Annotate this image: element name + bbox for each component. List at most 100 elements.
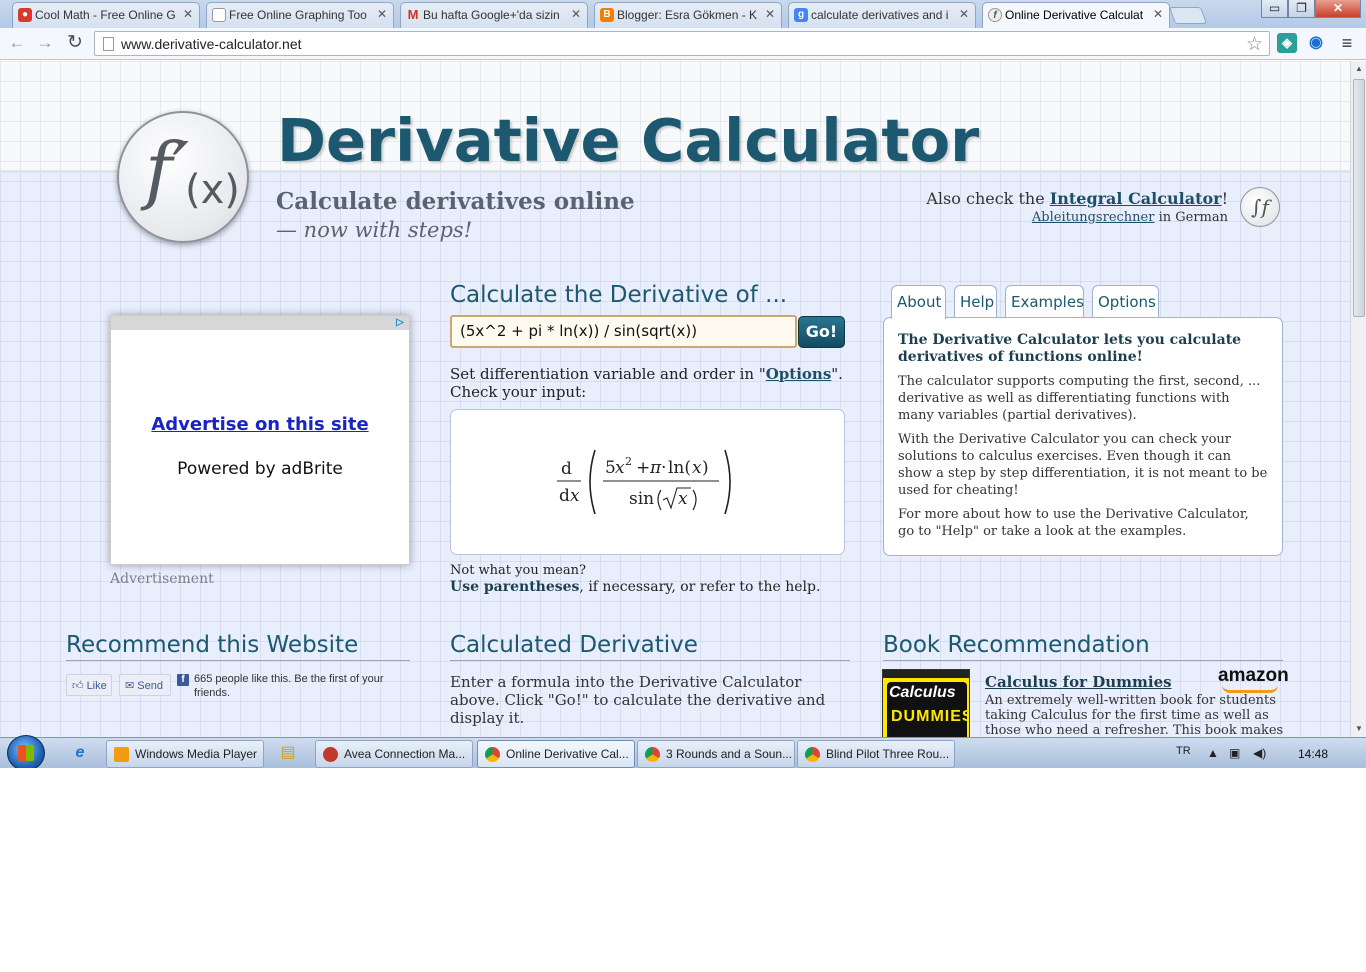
- svg-text:x: x: [615, 458, 625, 478]
- menu-icon[interactable]: ≡: [1337, 33, 1357, 53]
- page-icon: [103, 37, 114, 51]
- german-suffix: in German: [1154, 210, 1228, 225]
- tab-close-icon[interactable]: ✕: [183, 7, 193, 21]
- logo-x-glyph: (x): [185, 167, 240, 213]
- integral-logo-icon[interactable]: ∫f: [1240, 187, 1280, 227]
- browser-tab-coolmath[interactable]: ● Cool Math - Free Online G ✕: [12, 2, 200, 28]
- check-input-label: Check your input:: [450, 383, 587, 401]
- calculated-derivative-heading: Calculated Derivative: [450, 632, 698, 658]
- ad-banner[interactable]: ▷ Advertise on this site Powered by adBr…: [110, 315, 410, 565]
- fx-logo[interactable]: f′ (x): [117, 111, 249, 243]
- tab-about[interactable]: About: [891, 285, 946, 319]
- site-tagline: — now with steps!: [276, 218, 473, 242]
- calc-heading: Calculate the Derivative of ...: [450, 282, 788, 308]
- also-check-line: Also check the Integral Calculator!: [900, 189, 1228, 208]
- coolmath-icon: ●: [18, 8, 32, 22]
- taskbar-item-label: Avea Connection Ma...: [344, 747, 466, 761]
- minimize-button[interactable]: ▭: [1261, 0, 1288, 18]
- book-description: An extremely well-written book for stude…: [985, 693, 1284, 737]
- tab-close-icon[interactable]: ✕: [959, 7, 969, 21]
- svg-text:x: x: [570, 486, 580, 506]
- about-paragraph: The calculator supports computing the fi…: [898, 374, 1261, 423]
- tab-close-icon[interactable]: ✕: [765, 7, 775, 21]
- tab-close-icon[interactable]: ✕: [571, 7, 581, 21]
- browser-tab-blogger[interactable]: B Blogger: Esra Gökmen - K ✕: [594, 2, 782, 28]
- bookmark-star-icon[interactable]: ☆: [1246, 33, 1263, 56]
- send-label: Send: [137, 680, 163, 692]
- options-link[interactable]: Options: [766, 365, 832, 383]
- site-title: Derivative Calculator: [277, 106, 980, 175]
- go-button[interactable]: Go!: [798, 316, 845, 348]
- clock[interactable]: 14:48: [1298, 747, 1328, 761]
- tab-options[interactable]: Options: [1092, 285, 1159, 318]
- about-panel: The Derivative Calculator lets you calcu…: [883, 317, 1283, 556]
- address-bar[interactable]: www.derivative-calculator.net ☆: [94, 31, 1270, 56]
- use-parentheses-rest: , if necessary, or refer to the help.: [579, 579, 821, 595]
- svg-text:d: d: [559, 486, 570, 506]
- tab-title: calculate derivatives and i: [811, 8, 949, 22]
- tab-title: Cool Math - Free Online G: [35, 8, 176, 22]
- expression-input[interactable]: (5x^2 + pi * ln(x)) / sin(sqrt(x)): [450, 315, 797, 348]
- site-subtitle: Calculate derivatives online: [276, 188, 635, 215]
- facebook-send-button[interactable]: ✉ Send: [119, 674, 171, 696]
- chrome-icon: [645, 747, 660, 762]
- use-parentheses-bold: Use parentheses: [450, 579, 580, 595]
- back-arrow-icon[interactable]: ←: [6, 32, 28, 54]
- internet-explorer-icon[interactable]: e: [68, 741, 92, 765]
- page-viewport: f′ (x) Derivative Calculator Calculate d…: [0, 61, 1350, 737]
- scroll-down-arrow-icon[interactable]: ▼: [1352, 721, 1366, 737]
- chrome-icon: [805, 747, 820, 762]
- book-cover-image[interactable]: Calculus DUMMIES: [882, 669, 970, 737]
- svg-text:d: d: [561, 459, 572, 479]
- maximize-button[interactable]: ❐: [1288, 0, 1315, 18]
- svg-text:+: +: [636, 458, 650, 478]
- ableitungsrechner-link[interactable]: Ableitungsrechner: [1032, 210, 1155, 225]
- new-tab-button[interactable]: [1168, 7, 1208, 24]
- book-title-link[interactable]: Calculus for Dummies: [985, 673, 1172, 691]
- tab-close-icon[interactable]: ✕: [1153, 7, 1163, 21]
- language-indicator[interactable]: TR: [1176, 745, 1191, 757]
- scroll-thumb[interactable]: [1353, 79, 1365, 317]
- diff-note-prefix: Set differentiation variable and order i…: [450, 365, 766, 383]
- facebook-like-button[interactable]: 👍︎ Like: [66, 674, 112, 696]
- use-parentheses-hint: Use parentheses, if necessary, or refer …: [450, 579, 820, 595]
- divider: [450, 660, 850, 661]
- url-text[interactable]: www.derivative-calculator.net: [121, 36, 302, 52]
- book-cover-band: [883, 670, 969, 678]
- vertical-scrollbar[interactable]: ▲ ▼: [1350, 61, 1366, 737]
- forward-arrow-icon[interactable]: →: [34, 32, 56, 54]
- show-hidden-icons-icon[interactable]: ▲: [1207, 746, 1219, 760]
- close-window-button[interactable]: ✕: [1315, 0, 1361, 18]
- diff-note: Set differentiation variable and order i…: [450, 365, 843, 383]
- reload-icon[interactable]: ↻: [64, 32, 86, 54]
- scroll-up-arrow-icon[interactable]: ▲: [1352, 61, 1366, 77]
- taskbar-item-media-player[interactable]: Windows Media Player: [106, 740, 264, 768]
- eye-extension-icon[interactable]: ◉: [1306, 33, 1326, 53]
- tab-close-icon[interactable]: ✕: [377, 7, 387, 21]
- browser-tab-gmail[interactable]: M Bu hafta Google+'da sizin ✕: [400, 2, 588, 28]
- svg-text:sin: sin: [629, 489, 654, 509]
- volume-icon[interactable]: ◀︎): [1253, 746, 1266, 760]
- browser-tab-google-search[interactable]: g calculate derivatives and i ✕: [788, 2, 976, 28]
- advertise-link[interactable]: Advertise on this site: [111, 414, 409, 435]
- adchoices-icon[interactable]: ▷: [393, 316, 407, 330]
- start-button[interactable]: [7, 735, 45, 768]
- svg-text:2: 2: [625, 455, 632, 468]
- taskbar-item-avea[interactable]: Avea Connection Ma...: [315, 740, 473, 768]
- taskbar-item-3-rounds[interactable]: 3 Rounds and a Soun...: [637, 740, 795, 768]
- taskbar-item-blind-pilot[interactable]: Blind Pilot Three Rou...: [797, 740, 955, 768]
- integral-calculator-link[interactable]: Integral Calculator: [1050, 189, 1222, 208]
- file-explorer-icon[interactable]: ▤: [276, 741, 300, 765]
- extension-icon[interactable]: ◈: [1277, 33, 1297, 53]
- tab-examples[interactable]: Examples: [1005, 285, 1084, 318]
- browser-tab-graphing[interactable]: Free Online Graphing Too ✕: [206, 2, 394, 28]
- blogger-icon: B: [600, 8, 614, 22]
- amazon-logo[interactable]: amazon: [1218, 665, 1289, 687]
- taskbar-item-derivative-calculator[interactable]: Online Derivative Cal...: [477, 740, 635, 768]
- tab-title: Blogger: Esra Gökmen - K: [617, 8, 758, 22]
- network-icon[interactable]: ▣: [1229, 746, 1240, 760]
- browser-tab-derivative-calculator[interactable]: f Online Derivative Calculat ✕: [982, 2, 1170, 28]
- like-count-text: 665 people like this. Be the first of yo…: [194, 673, 384, 699]
- taskbar-item-label: 3 Rounds and a Soun...: [666, 747, 793, 761]
- tab-help[interactable]: Help: [954, 285, 997, 318]
